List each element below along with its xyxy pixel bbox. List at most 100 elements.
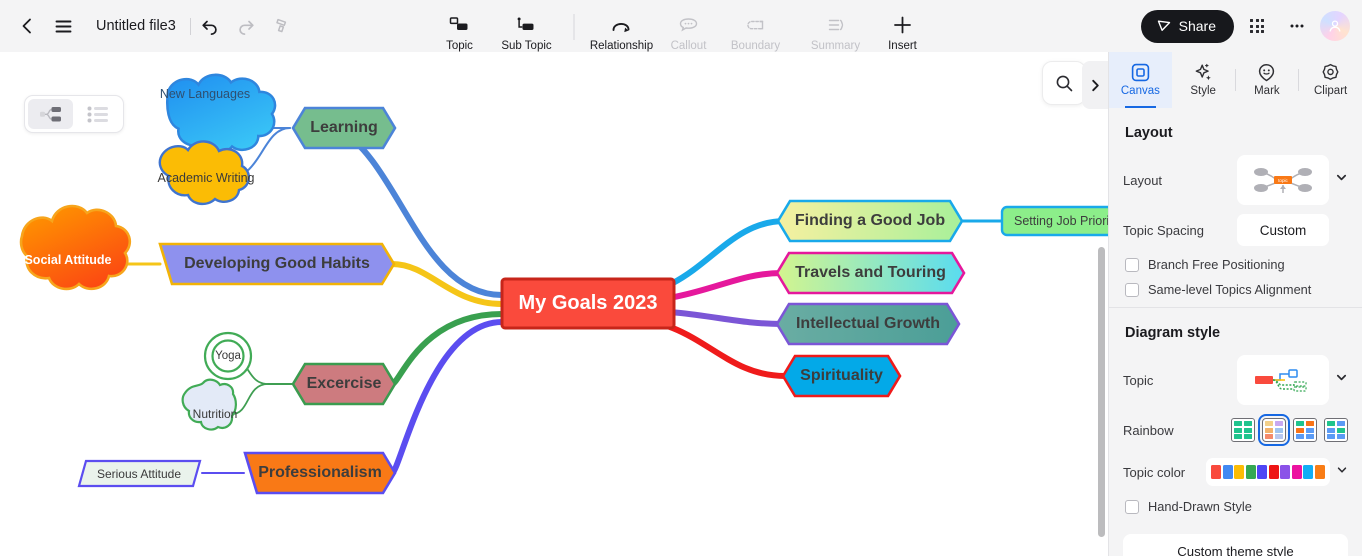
topic-spacing-label: Topic Spacing — [1123, 222, 1204, 238]
layout-row: Layout topic — [1123, 155, 1348, 205]
rainbow-option-3[interactable] — [1293, 418, 1317, 442]
rainbow-option-1[interactable] — [1231, 418, 1255, 442]
checkbox-box — [1125, 282, 1139, 297]
undo-button[interactable] — [193, 9, 227, 43]
topic-style-row: Topic — [1123, 355, 1348, 405]
share-label: Share — [1178, 18, 1216, 34]
view-mode-toggle — [24, 95, 124, 133]
rainbow-option-2[interactable] — [1258, 414, 1290, 446]
hamburger-menu-button[interactable] — [46, 9, 80, 43]
tool-sub-topic[interactable]: Sub Topic — [487, 8, 567, 52]
topic-color-swatches[interactable] — [1206, 458, 1330, 486]
search-button[interactable] — [1042, 61, 1086, 105]
topic-icon — [449, 13, 471, 37]
same-level-alignment-checkbox[interactable]: Same-level Topics Alignment — [1125, 282, 1348, 297]
header-toolbar: Topic Sub Topic Relationship Callout Bou… — [433, 0, 930, 52]
node-label: My Goals 2023 — [518, 292, 658, 314]
sparkle-style-icon — [1195, 63, 1211, 81]
search-icon — [1056, 75, 1072, 91]
node-finding-a-good-job[interactable]: Finding a Good Job — [778, 201, 962, 241]
node-developing-good-habits[interactable]: Developing Good Habits — [160, 244, 394, 284]
tool-relationship[interactable]: Relationship — [582, 8, 662, 52]
topic-spacing-button[interactable]: Custom — [1237, 214, 1329, 246]
node-label: Academic Writing — [157, 171, 255, 185]
topic-style-preview-select[interactable] — [1237, 355, 1329, 405]
node-learning[interactable]: Learning — [293, 108, 395, 148]
tool-label: Relationship — [589, 40, 654, 52]
node-intellectual-growth[interactable]: Intellectual Growth — [777, 304, 959, 344]
tool-callout[interactable]: Callout — [662, 8, 716, 52]
custom-theme-style-button[interactable]: Custom theme style — [1123, 534, 1348, 556]
redo-button[interactable] — [229, 9, 263, 43]
mindmap-canvas[interactable]: My Goals 2023 Learning Developing Good H… — [0, 52, 1108, 556]
app-header: Untitled file3 Topic Sub Topic Relations… — [0, 0, 1362, 52]
tab-clipart[interactable]: Clipart — [1299, 52, 1362, 108]
section-divider — [1109, 307, 1362, 308]
node-setting-job-priorities[interactable]: Setting Job Priorities — [1008, 207, 1108, 235]
tool-label: Callout — [670, 40, 707, 52]
header-right-group: Share — [1140, 9, 1362, 43]
tool-insert[interactable]: Insert — [876, 8, 930, 52]
node-serious-attitude[interactable]: Serious Attitude — [84, 461, 194, 486]
svg-text:topic: topic — [1278, 178, 1288, 183]
tool-summary[interactable]: Summary — [796, 8, 876, 52]
file-title[interactable]: Untitled file3 — [82, 18, 188, 34]
panel-collapse-button[interactable] — [1082, 61, 1108, 109]
outline-view-button[interactable] — [75, 99, 120, 129]
node-yoga[interactable]: Yoga — [204, 340, 252, 372]
tab-label: Mark — [1254, 85, 1280, 97]
rainbow-row: Rainbow — [1123, 413, 1348, 447]
topic-style-chevron-down-icon[interactable] — [1335, 371, 1348, 389]
node-nutrition[interactable]: Nutrition — [182, 400, 248, 428]
tab-canvas[interactable]: Canvas — [1109, 52, 1172, 108]
more-horizontal-icon — [1290, 24, 1304, 28]
branch-free-positioning-checkbox[interactable]: Branch Free Positioning — [1125, 257, 1348, 272]
apps-grid-button[interactable] — [1240, 9, 1274, 43]
rainbow-label: Rainbow — [1123, 422, 1174, 438]
tool-label: Insert — [888, 40, 917, 52]
plus-icon — [892, 13, 914, 37]
checkbox-box — [1125, 499, 1139, 514]
avatar[interactable] — [1320, 11, 1350, 41]
topic-color-chevron-down-icon[interactable] — [1336, 463, 1348, 481]
layout-chevron-down-icon[interactable] — [1335, 171, 1348, 189]
node-excercise[interactable]: Excercise — [293, 364, 395, 404]
tab-style[interactable]: Style — [1172, 52, 1235, 108]
node-root[interactable]: My Goals 2023 — [502, 279, 674, 328]
mindmap-view-button[interactable] — [28, 99, 73, 129]
tool-topic[interactable]: Topic — [433, 8, 487, 52]
layout-section-title: Layout — [1125, 125, 1173, 141]
panel-content: Layout Layout topic Topic Spacing Custom… — [1109, 108, 1362, 556]
tool-label: Topic — [446, 40, 473, 52]
header-left-group: Untitled file3 — [0, 9, 299, 43]
node-professionalism[interactable]: Professionalism — [245, 453, 395, 493]
outline-view-icon — [87, 106, 108, 122]
callout-bubble-icon — [678, 13, 700, 37]
more-options-button[interactable] — [1280, 9, 1314, 43]
smiley-mark-icon — [1259, 64, 1275, 82]
mindmap-view-icon — [39, 106, 61, 121]
tool-boundary[interactable]: Boundary — [716, 8, 796, 52]
hand-drawn-style-checkbox[interactable]: Hand-Drawn Style — [1125, 499, 1348, 514]
back-button[interactable] — [10, 9, 44, 43]
share-button[interactable]: Share — [1140, 9, 1234, 43]
node-spirituality[interactable]: Spirituality — [783, 356, 900, 396]
canvas-vertical-scrollbar[interactable] — [1098, 247, 1105, 537]
tab-label: Clipart — [1314, 85, 1348, 97]
rainbow-option-4[interactable] — [1324, 418, 1348, 442]
node-social-attitude[interactable]: Social Attitude — [12, 242, 124, 278]
node-label: Professionalism — [258, 464, 382, 481]
node-academic-writing[interactable]: Academic Writing — [150, 160, 262, 196]
node-new-languages[interactable]: New Languages — [150, 74, 260, 114]
layout-preview-select[interactable]: topic — [1237, 155, 1329, 205]
node-label: Learning — [310, 119, 378, 136]
node-label: Travels and Touring — [795, 264, 946, 281]
topic-spacing-row: Topic Spacing Custom — [1123, 213, 1348, 247]
checkbox-label: Same-level Topics Alignment — [1148, 282, 1312, 297]
node-travels-and-touring[interactable]: Travels and Touring — [777, 253, 964, 293]
clipart-flower-icon — [1322, 63, 1339, 80]
node-label: Spirituality — [800, 367, 883, 384]
format-painter-button[interactable] — [265, 9, 299, 43]
tab-mark[interactable]: Mark — [1236, 52, 1299, 108]
app-body: My Goals 2023 Learning Developing Good H… — [0, 52, 1362, 556]
